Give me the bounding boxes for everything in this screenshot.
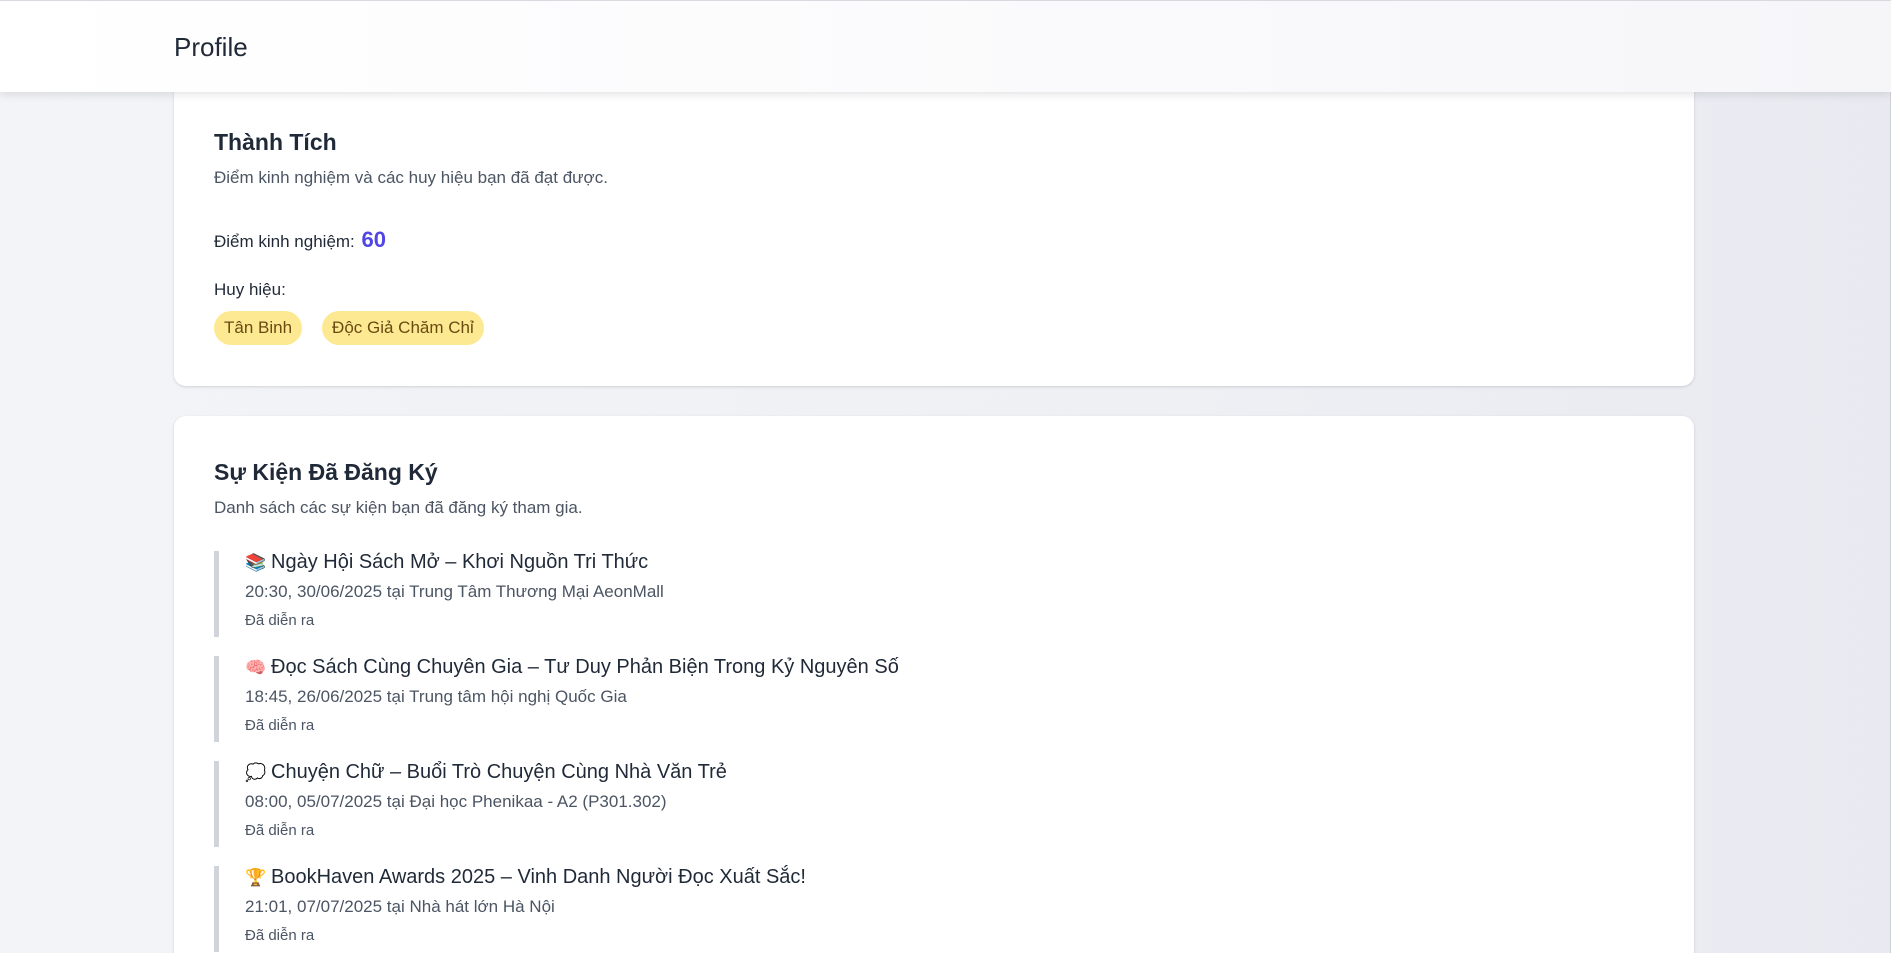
event-status: Đã diễn ra — [245, 717, 315, 734]
achievements-card: Thành Tích Điểm kinh nghiệm và các huy h… — [174, 60, 1694, 386]
badges-label: Huy hiệu: — [214, 280, 286, 299]
event-title-text: BookHaven Awards 2025 – Vinh Danh Người … — [271, 866, 806, 888]
top-header: Profile — [0, 0, 1891, 92]
events-title: Sự Kiện Đã Đăng Ký — [214, 459, 438, 485]
achievements-description: Điểm kinh nghiệm và các huy hiệu bạn đã … — [214, 168, 608, 187]
event-item[interactable]: 💭 Chuyện Chữ – Buổi Trò Chuyện Cùng Nhà V… — [214, 761, 1114, 847]
event-item[interactable]: 🧠 Đọc Sách Cùng Chuyên Gia – Tư Duy Phản … — [214, 656, 1114, 742]
event-title-text: Ngày Hội Sách Mở – Khơi Nguồn Tri Thức — [271, 551, 649, 573]
event-status: Đã diễn ra — [245, 927, 315, 944]
trophy-icon: 🏆 — [245, 868, 267, 887]
events-description: Danh sách các sự kiện bạn đã đăng ký tha… — [214, 498, 583, 517]
event-title-text: Đọc Sách Cùng Chuyên Gia – Tư Duy Phản B… — [271, 656, 899, 678]
experience-points: Điểm kinh nghiệm: 60 — [214, 227, 386, 253]
event-meta: 21:01, 07/07/2025 tại Nhà hát lớn Hà Nội — [245, 897, 555, 916]
event-title-text: Chuyện Chữ – Buổi Trò Chuyện Cùng Nhà Vă… — [271, 761, 727, 783]
event-title[interactable]: 🏆 BookHaven Awards 2025 – Vinh Danh Người… — [245, 866, 806, 889]
event-title[interactable]: 💭 Chuyện Chữ – Buổi Trò Chuyện Cùng Nhà V… — [245, 761, 727, 784]
event-status: Đã diễn ra — [245, 822, 315, 839]
badge-tan-binh: Tân Binh — [214, 311, 303, 345]
event-title[interactable]: 🧠 Đọc Sách Cùng Chuyên Gia – Tư Duy Phản … — [245, 656, 899, 679]
achievements-title: Thành Tích — [214, 129, 337, 155]
event-meta: 20:30, 30/06/2025 tại Trung Tâm Thương M… — [245, 582, 664, 601]
speech-bubble-icon: 💭 — [245, 763, 267, 782]
experience-value: 60 — [361, 227, 386, 252]
page-title: Profile — [174, 32, 248, 62]
event-title[interactable]: 📚 Ngày Hội Sách Mở – Khơi Nguồn Tri Thức — [245, 551, 648, 574]
books-icon: 📚 — [245, 553, 267, 572]
badge-doc-gia-cham-chi: Độc Giả Chăm Chỉ — [322, 311, 484, 345]
event-item[interactable]: 📚 Ngày Hội Sách Mở – Khơi Nguồn Tri Thức … — [214, 551, 1114, 637]
brain-icon: 🧠 — [245, 658, 267, 677]
event-meta: 08:00, 05/07/2025 tại Đại học Phenikaa -… — [245, 792, 667, 811]
registered-events-card: Sự Kiện Đã Đăng Ký Danh sách các sự kiện… — [174, 416, 1694, 953]
event-status: Đã diễn ra — [245, 612, 315, 629]
event-meta: 18:45, 26/06/2025 tại Trung tâm hội nghị… — [245, 687, 627, 706]
event-item[interactable]: 🏆 BookHaven Awards 2025 – Vinh Danh Người… — [214, 866, 1114, 952]
experience-label: Điểm kinh nghiệm: — [214, 232, 355, 251]
badges-list: Tân Binh Độc Giả Chăm Chỉ — [214, 311, 484, 345]
